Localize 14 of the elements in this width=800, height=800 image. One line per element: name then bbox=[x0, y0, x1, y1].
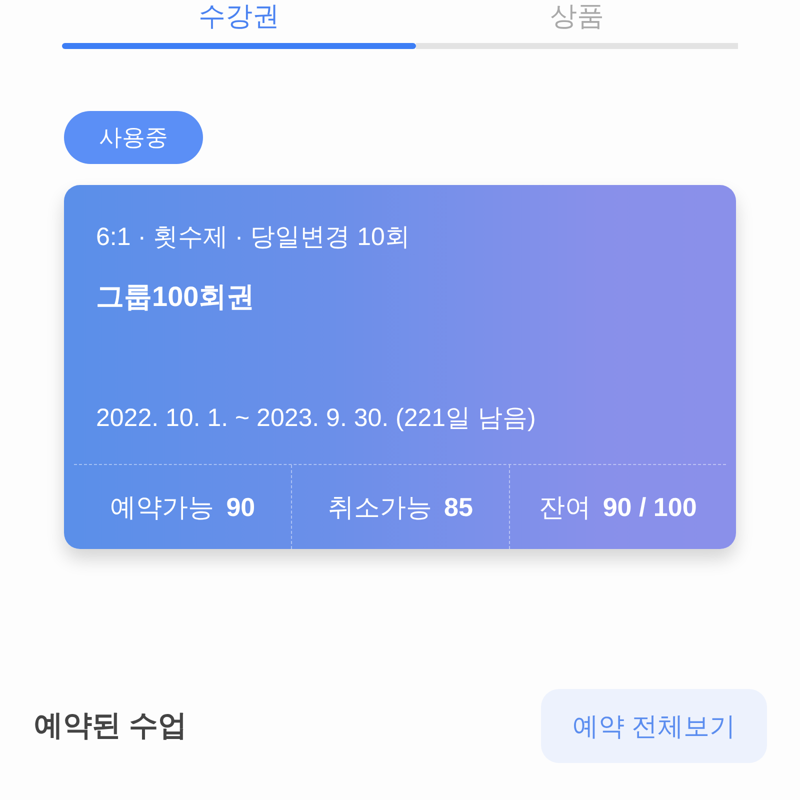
stat-value: 90 / 100 bbox=[602, 492, 697, 522]
tab[interactable]: 수강권 bbox=[62, 0, 416, 49]
pass-period: 2022. 10. 1. ~ 2023. 9. 30. (221일 남음) bbox=[96, 403, 536, 434]
status-badge: 사용중 bbox=[64, 111, 203, 164]
stat-value: 85 bbox=[444, 492, 473, 522]
stat-label: 취소가능 bbox=[328, 490, 432, 524]
stat-label: 예약가능 bbox=[110, 490, 214, 524]
section-title: 예약된 수업 bbox=[34, 709, 188, 744]
pass-subtitle: 6:1 · 횟수제 · 당일변경 10회 bbox=[96, 222, 410, 253]
tab[interactable]: 상품 bbox=[416, 0, 738, 49]
pass-title: 그룹100회권 bbox=[96, 280, 255, 314]
view-all-button[interactable]: 예약 전체보기 bbox=[541, 689, 767, 763]
stat-label: 잔여 bbox=[538, 490, 591, 524]
stat-value: 90 bbox=[226, 492, 256, 522]
